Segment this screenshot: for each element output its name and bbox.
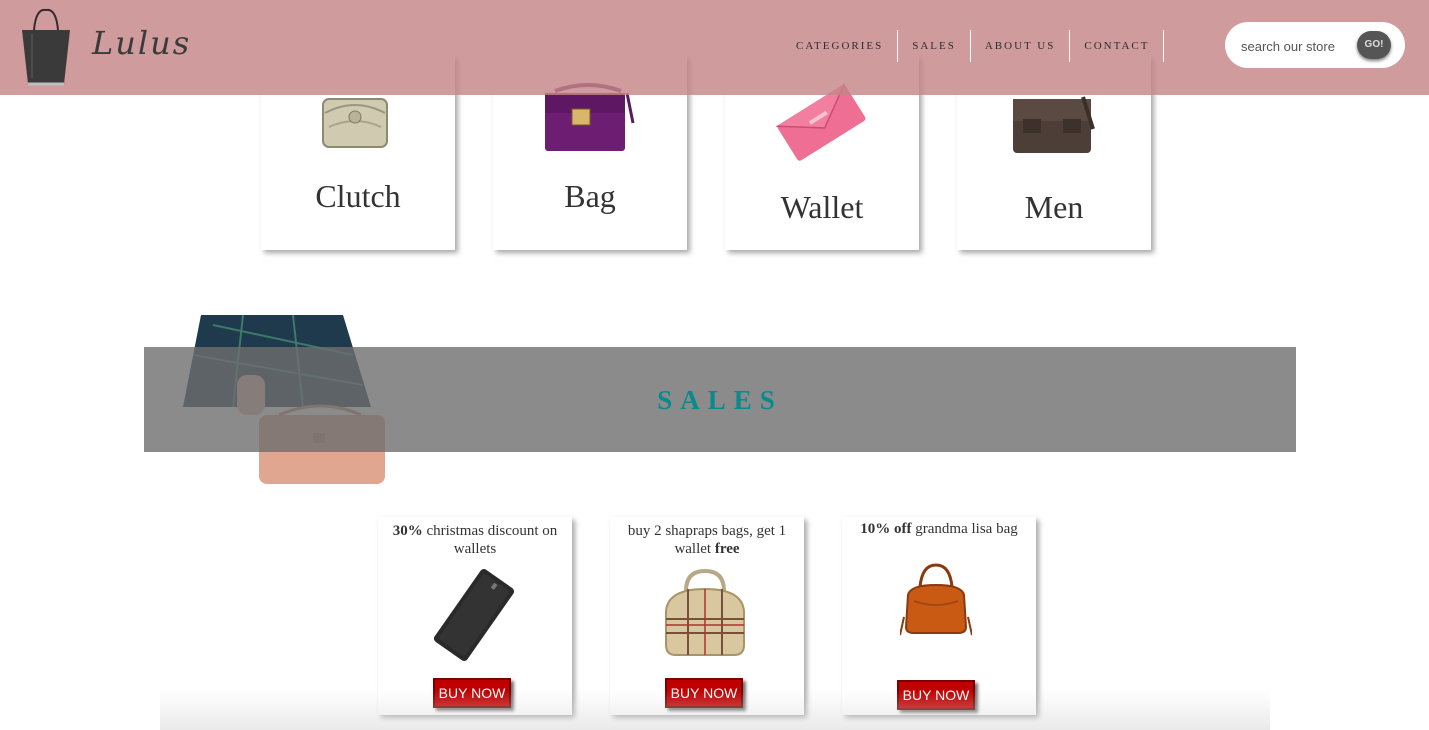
mens-bag-image <box>1013 96 1095 153</box>
leather-bag-image <box>900 563 972 636</box>
nav-categories[interactable]: CATEGORIES <box>782 30 899 62</box>
category-label: Clutch <box>315 178 401 214</box>
sale-card-grandma-lisa: 10% off grandma lisa bag BUY NOW <box>842 517 1036 715</box>
nav-sales[interactable]: SALES <box>898 30 971 62</box>
search-input[interactable] <box>1239 34 1363 58</box>
sale-card-wallets: 30% christmas discount on wallets BUY NO… <box>378 517 572 715</box>
main-nav: CATEGORIES SALES ABOUT US CONTACT <box>782 30 1165 62</box>
sale-card-shapraps: buy 2 shapraps bags, get 1 wallet free B… <box>610 517 804 715</box>
nav-about-us[interactable]: ABOUT US <box>971 30 1071 62</box>
sales-banner: SALES <box>144 347 1296 452</box>
sale-description: 30% christmas discount on wallets <box>386 522 564 558</box>
clutch-image <box>322 98 388 148</box>
wallet-product-image <box>433 569 515 661</box>
sale-description: buy 2 shapraps bags, get 1 wallet free <box>618 522 796 558</box>
sales-title: SALES <box>657 385 783 415</box>
sale-highlight: 10% off <box>860 521 912 537</box>
search-box: GO! <box>1225 22 1405 68</box>
footer-shadow <box>160 690 1270 730</box>
sale-highlight: 30% <box>392 523 423 539</box>
sale-text: christmas discount on wallets <box>422 523 558 557</box>
category-label: Bag <box>564 178 616 214</box>
brand-name[interactable]: Lulus <box>92 24 191 62</box>
sale-text: buy 2 shapraps bags, get 1 wallet <box>627 523 787 557</box>
category-label: Men <box>1024 189 1084 225</box>
category-label: Wallet <box>780 189 864 225</box>
sale-highlight: free <box>714 541 740 557</box>
handbag-icon[interactable] <box>18 8 74 88</box>
search-go-button[interactable]: GO! <box>1357 31 1391 59</box>
site-header: Lulus CATEGORIES SALES ABOUT US CONTACT … <box>0 0 1429 95</box>
sale-text: grandma lisa bag <box>911 521 1018 537</box>
sale-description: 10% off grandma lisa bag <box>850 520 1028 538</box>
nav-contact[interactable]: CONTACT <box>1070 30 1165 62</box>
plaid-bag-image <box>665 568 745 656</box>
